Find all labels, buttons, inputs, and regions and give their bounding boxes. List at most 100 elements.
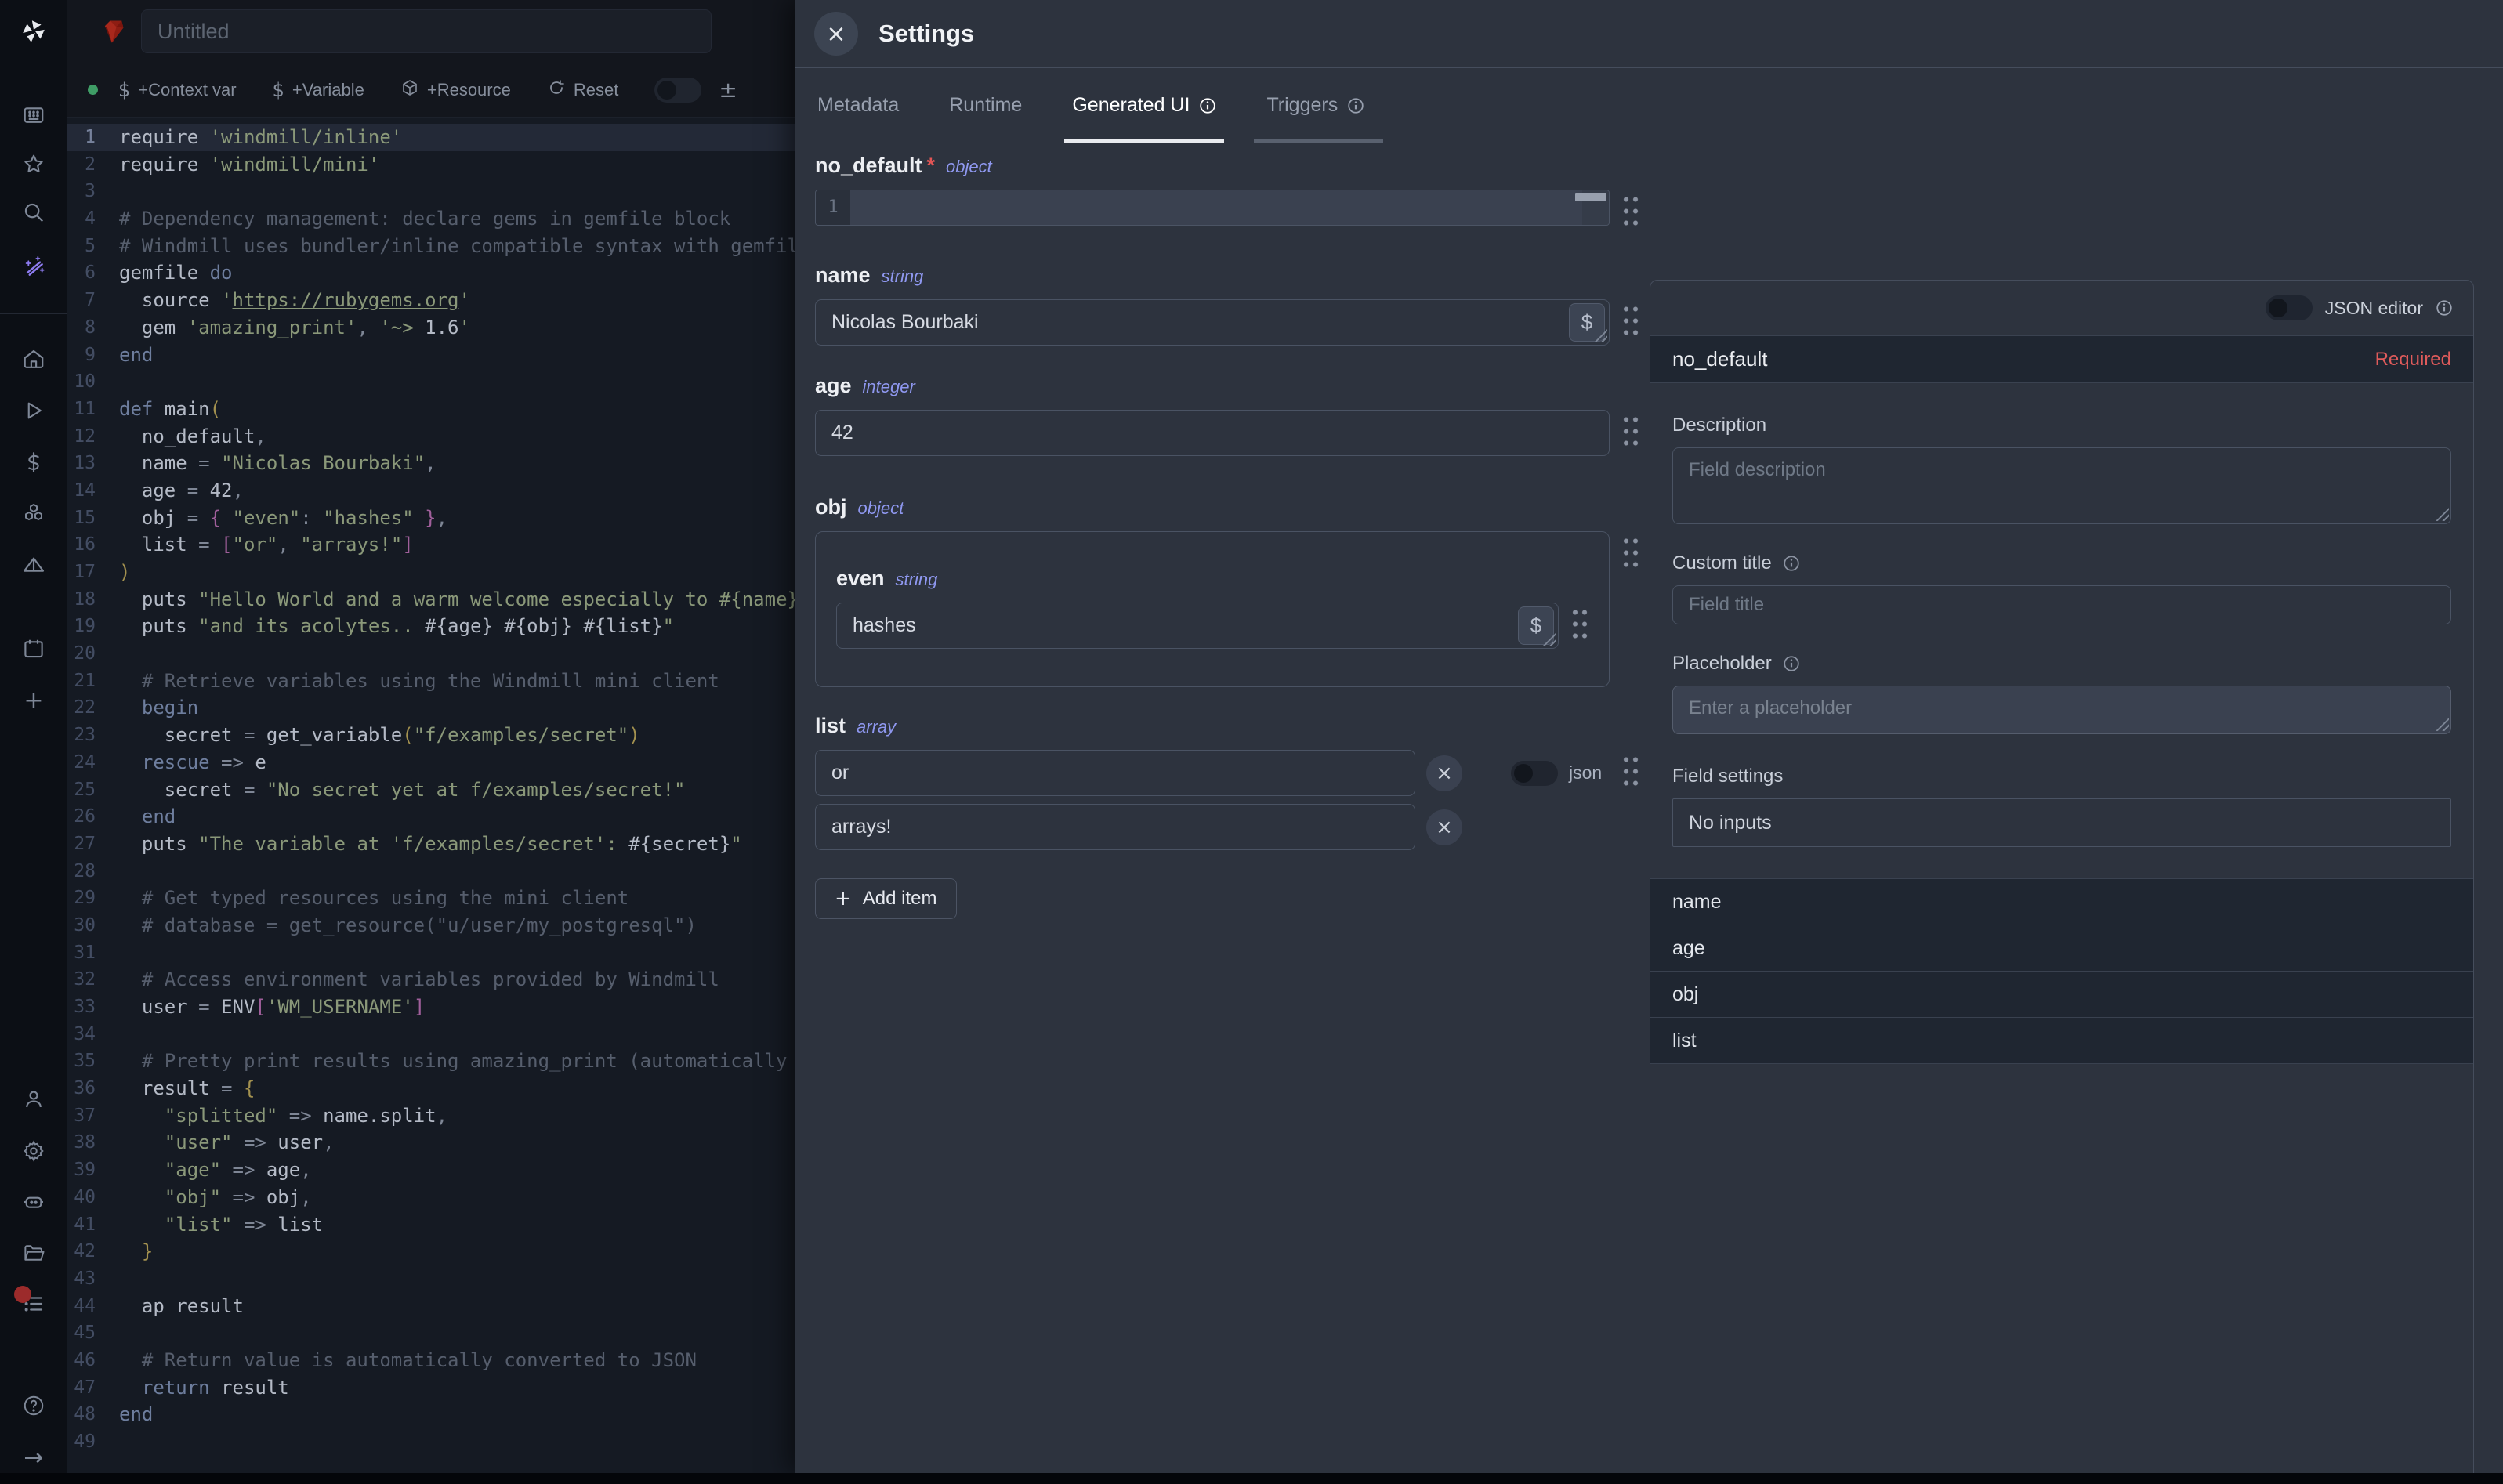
- drag-handle-icon[interactable]: [1621, 753, 1639, 787]
- script-title-input[interactable]: [141, 9, 712, 53]
- code-line[interactable]: 43: [67, 1265, 795, 1293]
- settings-gear-icon[interactable]: [0, 1129, 67, 1173]
- ai-wand-icon[interactable]: [0, 244, 67, 288]
- description-textarea[interactable]: [1672, 447, 2451, 524]
- code-line[interactable]: 45: [67, 1319, 795, 1347]
- code-line[interactable]: 40 "obj" => obj,: [67, 1184, 795, 1211]
- code-line[interactable]: 11def main(: [67, 396, 795, 423]
- code-line[interactable]: 31: [67, 939, 795, 967]
- code-line[interactable]: 34: [67, 1021, 795, 1048]
- code-line[interactable]: 6gemfile do: [67, 259, 795, 287]
- home-icon[interactable]: [0, 337, 67, 381]
- code-line[interactable]: 25 secret = "No secret yet at f/examples…: [67, 776, 795, 804]
- code-line[interactable]: 24 rescue => e: [67, 749, 795, 776]
- drag-handle-icon[interactable]: [1621, 534, 1639, 569]
- assistant-robot-icon[interactable]: [0, 1180, 67, 1224]
- remove-item-icon[interactable]: ×: [1426, 809, 1462, 845]
- code-line[interactable]: 42 }: [67, 1238, 795, 1265]
- add-variable-button[interactable]: $ +Variable: [273, 79, 364, 101]
- no-default-json-input[interactable]: 1: [815, 190, 1610, 226]
- code-line[interactable]: 30 # database = get_resource("u/user/my_…: [67, 912, 795, 939]
- search-icon[interactable]: [0, 190, 67, 234]
- add-resource-button[interactable]: +Resource: [400, 78, 511, 102]
- list-item-input[interactable]: [815, 804, 1415, 850]
- insert-variable-dollar-button[interactable]: $: [1569, 303, 1605, 342]
- runs-play-icon[interactable]: [0, 389, 67, 433]
- code-line[interactable]: 20: [67, 640, 795, 668]
- json-editor-toggle[interactable]: [2266, 295, 2313, 320]
- code-line[interactable]: 12 no_default,: [67, 423, 795, 451]
- code-line[interactable]: 7 source 'https://rubygems.org': [67, 287, 795, 314]
- close-icon[interactable]: ×: [814, 12, 858, 56]
- code-line[interactable]: 2require 'windmill/mini': [67, 151, 795, 179]
- code-line[interactable]: 49: [67, 1428, 795, 1456]
- windmill-logo-icon[interactable]: [0, 9, 67, 53]
- code-line[interactable]: 27 puts "The variable at 'f/examples/sec…: [67, 831, 795, 858]
- code-line[interactable]: 3: [67, 178, 795, 205]
- insert-variable-dollar-button[interactable]: $: [1518, 606, 1554, 645]
- code-line[interactable]: 41 "list" => list: [67, 1211, 795, 1239]
- json-mode-toggle[interactable]: [1511, 761, 1558, 786]
- drag-handle-icon[interactable]: [1621, 413, 1639, 447]
- drag-handle-icon[interactable]: [1621, 193, 1639, 227]
- drag-handle-icon[interactable]: [1621, 302, 1639, 337]
- workspace-icon[interactable]: [0, 93, 67, 137]
- tab-generated-ui[interactable]: Generated UI: [1072, 68, 1216, 143]
- diff-toggle[interactable]: [654, 78, 701, 103]
- help-icon[interactable]: [0, 1384, 67, 1428]
- code-line[interactable]: 38 "user" => user,: [67, 1129, 795, 1156]
- code-line[interactable]: 23 secret = get_variable("f/examples/sec…: [67, 722, 795, 749]
- code-line[interactable]: 39 "age" => age,: [67, 1156, 795, 1184]
- code-editor[interactable]: 1require 'windmill/inline'2require 'wind…: [67, 118, 795, 1473]
- code-line[interactable]: 37 "splitted" => name.split,: [67, 1102, 795, 1130]
- code-line[interactable]: 19 puts "and its acolytes.. #{age} #{obj…: [67, 613, 795, 640]
- code-line[interactable]: 46 # Return value is automatically conve…: [67, 1347, 795, 1374]
- code-line[interactable]: 15 obj = { "even": "hashes" },: [67, 505, 795, 532]
- code-line[interactable]: 18 puts "Hello World and a warm welcome …: [67, 586, 795, 614]
- code-line[interactable]: 17): [67, 559, 795, 586]
- schedules-calendar-icon[interactable]: [0, 627, 67, 671]
- inspector-row-list[interactable]: list: [1650, 1018, 2473, 1064]
- add-item-button[interactable]: + Add item: [815, 878, 957, 919]
- code-line[interactable]: 32 # Access environment variables provid…: [67, 966, 795, 994]
- code-line[interactable]: 14 age = 42,: [67, 477, 795, 505]
- code-line[interactable]: 21 # Retrieve variables using the Windmi…: [67, 668, 795, 695]
- variables-dollar-icon[interactable]: [0, 440, 67, 484]
- code-line[interactable]: 8 gem 'amazing_print', '~> 1.6': [67, 314, 795, 342]
- code-line[interactable]: 48end: [67, 1401, 795, 1428]
- inspector-row-name[interactable]: name: [1650, 879, 2473, 925]
- code-line[interactable]: 29 # Get typed resources using the mini …: [67, 885, 795, 912]
- code-line[interactable]: 22 begin: [67, 694, 795, 722]
- tab-triggers[interactable]: Triggers: [1266, 68, 1364, 143]
- code-line[interactable]: 9end: [67, 342, 795, 369]
- tab-runtime[interactable]: Runtime: [949, 68, 1022, 143]
- code-line[interactable]: 4# Dependency management: declare gems i…: [67, 205, 795, 233]
- schemas-prism-icon[interactable]: [0, 544, 67, 588]
- drag-handle-icon[interactable]: [1570, 606, 1588, 640]
- placeholder-textarea[interactable]: [1672, 686, 2451, 734]
- code-line[interactable]: 10: [67, 368, 795, 396]
- list-item-input[interactable]: [815, 750, 1415, 796]
- name-input[interactable]: [815, 299, 1610, 346]
- even-input[interactable]: [836, 603, 1559, 649]
- code-line[interactable]: 26 end: [67, 803, 795, 831]
- inspector-row-age[interactable]: age: [1650, 925, 2473, 972]
- favorites-star-icon[interactable]: [0, 143, 67, 186]
- minimap-slider[interactable]: [1575, 193, 1606, 201]
- code-line[interactable]: 33 user = ENV['WM_USERNAME']: [67, 994, 795, 1021]
- code-line[interactable]: 35 # Pretty print results using amazing_…: [67, 1048, 795, 1075]
- queue-list-icon[interactable]: [0, 1282, 67, 1326]
- reset-button[interactable]: Reset: [547, 78, 618, 102]
- code-line[interactable]: 44 ap result: [67, 1293, 795, 1320]
- code-line[interactable]: 1require 'windmill/inline': [67, 124, 795, 151]
- code-line[interactable]: 5# Windmill uses bundler/inline compatib…: [67, 233, 795, 260]
- add-plus-icon[interactable]: +: [0, 679, 67, 722]
- user-icon[interactable]: [0, 1077, 67, 1121]
- code-line[interactable]: 36 result = {: [67, 1075, 795, 1102]
- inspector-row-obj[interactable]: obj: [1650, 972, 2473, 1018]
- selected-field-row[interactable]: no_default Required: [1650, 335, 2473, 383]
- code-line[interactable]: 13 name = "Nicolas Bourbaki",: [67, 450, 795, 477]
- tab-metadata[interactable]: Metadata: [817, 68, 899, 143]
- age-input[interactable]: [815, 410, 1610, 456]
- code-line[interactable]: 28: [67, 858, 795, 885]
